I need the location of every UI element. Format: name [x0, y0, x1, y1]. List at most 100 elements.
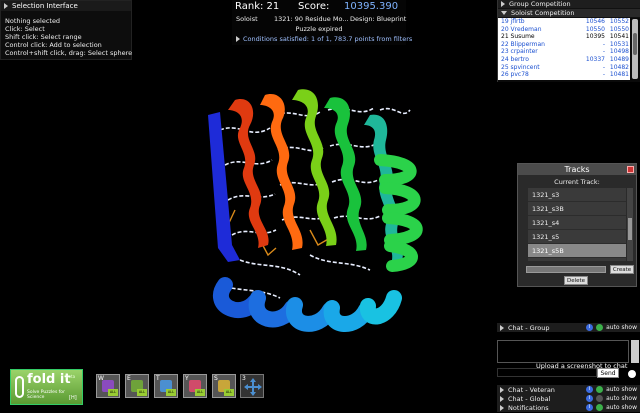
player-name: 21 Susume: [501, 33, 535, 41]
wiggle-tool-button[interactable]: W ALL: [96, 374, 120, 398]
tracks-title: Tracks: [564, 165, 590, 174]
protein-viewport[interactable]: [180, 70, 440, 340]
expand-triangle-icon: [500, 395, 504, 402]
player-best: 10482: [609, 63, 629, 71]
rank-label: Rank: 21: [235, 1, 280, 12]
all-badge: ALL: [108, 389, 118, 396]
leaderboard-row[interactable]: 19 jflrtb 10546 10552: [498, 18, 630, 26]
foldit-arm-icon: [15, 376, 24, 398]
track-item[interactable]: 1321_s3: [528, 188, 626, 202]
player-best: 10550: [609, 25, 629, 33]
auto-show-toggle-icon[interactable]: [596, 324, 604, 331]
notifications-header[interactable]: Notifications i auto show: [497, 403, 640, 412]
track-item[interactable]: 1321_s3B: [528, 202, 626, 216]
shake-tool-button[interactable]: E ALL: [125, 374, 149, 398]
auto-show-label: auto show: [606, 386, 637, 393]
score-label: Score:: [298, 1, 330, 12]
selection-interface-panel: Selection Interface Nothing selected Cli…: [0, 0, 132, 60]
chat-veteran-header[interactable]: Chat - Veteran i auto show: [497, 385, 640, 394]
help-hotkey: [H]: [69, 395, 77, 401]
auto-show-toggle-icon[interactable]: [596, 395, 604, 402]
selection-interface-header[interactable]: Selection Interface: [1, 1, 131, 11]
tweak-tool-button[interactable]: T ALL: [154, 374, 178, 398]
move-tool-button[interactable]: 3: [240, 374, 264, 398]
info-icon[interactable]: i: [586, 386, 594, 393]
leaderboard-row[interactable]: 22 Blipperman -10531: [498, 41, 630, 49]
chat-group-header[interactable]: Chat - Group i auto show: [497, 323, 640, 332]
tracks-list[interactable]: 1321_s3 1321_s3B 1321_s4 1321_s5 1321_s5…: [528, 188, 626, 261]
current-track-label: Current Track:: [554, 178, 600, 186]
player-name: 25 spvincent: [501, 63, 540, 71]
collapse-triangle-icon: [501, 11, 507, 15]
group-competition-label: Group Competition: [509, 0, 571, 8]
group-competition-header[interactable]: Group Competition: [498, 0, 640, 9]
logo-beta: beta: [66, 374, 76, 379]
logo-word: fold it: [27, 372, 71, 387]
info-icon[interactable]: i: [586, 395, 594, 402]
foldit-logo[interactable]: fold it beta Solve Puzzles for Science […: [10, 369, 83, 405]
rebuild-tool-button[interactable]: Y ALL: [183, 374, 207, 398]
leaderboard-scrollbar[interactable]: [632, 19, 638, 79]
player-score: -: [602, 63, 605, 71]
track-item[interactable]: 1321_s5: [528, 230, 626, 244]
selection-interface-title: Selection Interface: [12, 2, 78, 10]
all-badge: ALL: [195, 389, 205, 396]
player-best: 10531: [609, 40, 629, 48]
player-score: 10337: [585, 55, 605, 63]
info-icon[interactable]: i: [586, 324, 594, 331]
player-name: 24 bertro: [501, 55, 529, 63]
close-icon[interactable]: [627, 166, 634, 173]
expand-triangle-icon: [500, 324, 504, 331]
auto-show-label: auto show: [606, 395, 637, 402]
scrollbar-thumb[interactable]: [633, 33, 637, 55]
chat-group-label: Chat - Group: [508, 323, 550, 332]
score-panel: Rank: 21 Score: 10395.390 Soloist 1321: …: [232, 0, 412, 45]
auto-show-label: auto show: [606, 324, 637, 331]
track-name-input[interactable]: [526, 266, 606, 273]
leaderboard-row-current-player[interactable]: 21 Susume 10395 10541: [498, 33, 630, 41]
player-name: 20 Vredeman: [501, 25, 542, 33]
auto-show-label: auto show: [606, 404, 637, 411]
player-score: -: [602, 48, 605, 56]
auto-show-toggle-icon[interactable]: [596, 404, 604, 411]
player-score: 10395: [585, 33, 605, 41]
soloist-competition-header[interactable]: Soloist Competition: [498, 9, 640, 18]
expand-triangle-icon: [500, 386, 504, 393]
expand-triangle-icon: [500, 404, 504, 411]
score-value: 10395.390: [344, 1, 399, 12]
player-best: 10541: [609, 33, 629, 41]
delete-track-button[interactable]: Delete: [564, 276, 588, 285]
screenshot-icon[interactable]: [626, 368, 638, 380]
player-score: 10546: [585, 18, 605, 25]
chat-scrollbar[interactable]: [631, 340, 639, 363]
scrollbar-thumb[interactable]: [628, 218, 632, 240]
chat-global-header[interactable]: Chat - Global i auto show: [497, 394, 640, 403]
conditions-toggle[interactable]: Conditions satisfied: 1 of 1, 783.7 poin…: [236, 35, 412, 43]
leaderboard-row[interactable]: 26 pvc78 -10481: [498, 71, 630, 79]
player-name: 19 jflrtb: [501, 18, 525, 25]
info-icon[interactable]: i: [586, 404, 594, 411]
all-badge: ALL: [166, 389, 176, 396]
track-item[interactable]: 1321_s4: [528, 216, 626, 230]
create-track-button[interactable]: Create: [610, 265, 634, 274]
player-name: 26 pvc78: [501, 71, 529, 79]
soloist-leaderboard[interactable]: 19 jflrtb 10546 10552 20 Vredeman 10550 1055…: [498, 18, 630, 80]
alpha-helix-blue: [213, 277, 402, 332]
tracks-title-bar: Tracks: [518, 164, 636, 175]
beta-strand-red: [228, 99, 269, 248]
mode-label: Soloist: [236, 15, 258, 23]
expand-triangle-icon: [236, 36, 240, 42]
auto-show-toggle-icon[interactable]: [596, 386, 604, 393]
leaderboard-row[interactable]: 24 bertro 10337 10489: [498, 56, 630, 64]
player-score: -: [602, 71, 605, 79]
leaderboard-row[interactable]: 23 crpainter -10498: [498, 48, 630, 56]
tracks-scrollbar[interactable]: [627, 188, 633, 261]
player-best: 10498: [609, 48, 629, 56]
sidechain-tool-button[interactable]: S ALL: [212, 374, 236, 398]
player-score: -: [602, 40, 605, 48]
collapse-triangle-icon: [4, 3, 8, 9]
track-item-selected[interactable]: 1321_s5B: [528, 244, 626, 258]
leaderboard-row[interactable]: 25 spvincent -10482: [498, 64, 630, 72]
leaderboard-row[interactable]: 20 Vredeman 10550 10550: [498, 26, 630, 34]
chat-messages-box: [497, 340, 629, 363]
